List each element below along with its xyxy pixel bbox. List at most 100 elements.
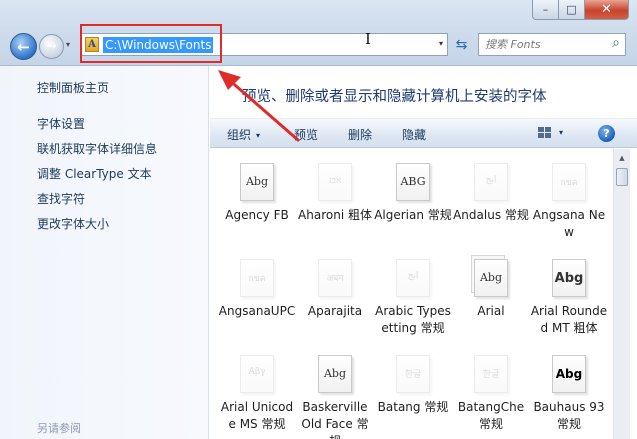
font-item[interactable]: ابج Arabic Typesetting 常规 <box>374 255 452 343</box>
sidebar-item-adjust-cleartype[interactable]: 调整 ClearType 文本 <box>37 166 157 191</box>
font-sample-text: กขค <box>248 274 266 284</box>
font-item[interactable]: 한글 BatangChe 常规 <box>452 351 530 439</box>
font-file-icon: अबग <box>315 255 355 299</box>
font-sample-text: กขค <box>560 178 578 188</box>
font-file-icon: Abg <box>471 255 511 299</box>
close-button[interactable]: ✕ <box>585 0 629 20</box>
back-button[interactable]: ← <box>10 33 37 60</box>
recent-pages-dropdown[interactable]: ▾ <box>66 40 70 49</box>
minimize-button[interactable]: – <box>532 0 559 20</box>
search-input[interactable] <box>485 36 603 53</box>
font-sample-text: ابج <box>485 175 497 185</box>
font-sample-text: Abg <box>554 271 584 286</box>
arrow-left-icon: ← <box>17 37 30 56</box>
font-item[interactable]: Αβγ Arial Unicode MS 常规 <box>218 351 296 439</box>
search-icon[interactable]: ⌕ <box>612 35 620 51</box>
sidebar-item-find-character[interactable]: 查找字符 <box>37 191 157 216</box>
sidebar-item-change-font-size[interactable]: 更改字体大小 <box>37 216 157 241</box>
font-grid: Abg Agency FB אבג Aharoni 粗体 ABG Algerian 常规 ا… <box>218 159 608 439</box>
font-name-label: Angsana New <box>532 208 606 239</box>
organize-label: 组织 <box>227 128 252 142</box>
font-name-label: Arial Unicode MS 常规 <box>220 400 294 431</box>
command-toolbar: 组织 ▾ 预览 删除 隐藏 ▾ ? <box>210 118 637 148</box>
font-name-label: Arabic Typesetting 常规 <box>375 304 451 335</box>
arrow-right-icon: → <box>46 39 57 54</box>
control-panel-home-link[interactable]: 控制面板主页 <box>37 79 109 96</box>
font-name-label: Algerian 常规 <box>374 208 452 222</box>
view-options-dropdown[interactable]: ▾ <box>559 128 563 137</box>
font-sample-text: ABG <box>400 175 426 188</box>
font-file-icon: Abg <box>315 351 355 395</box>
font-item[interactable]: Abg Bauhaus 93 常规 <box>530 351 608 439</box>
font-item[interactable]: ابج Andalus 常规 <box>452 159 530 247</box>
content-header: 预览、删除或者显示和隐藏计算机上安装的字体 <box>210 66 637 118</box>
hide-button[interactable]: 隐藏 <box>402 126 426 143</box>
font-name-label: AngsanaUPC <box>218 304 296 318</box>
font-sample-text: 한글 <box>404 370 422 380</box>
font-item[interactable]: अबग Aparajita <box>296 255 374 343</box>
font-sample-text: Αβγ <box>248 367 266 377</box>
refresh-icon: ⇆ <box>455 36 468 53</box>
address-path[interactable]: C:\Windows\Fonts <box>103 37 214 53</box>
font-file-icon: אבג <box>315 159 355 203</box>
font-name-label: Aparajita <box>307 304 363 318</box>
task-list: 字体设置 联机获取字体详细信息 调整 ClearType 文本 查找字符 更改字… <box>37 116 157 241</box>
font-file-icon: ابج <box>471 159 511 203</box>
font-name-label: Arial <box>477 304 505 318</box>
search-box[interactable]: ⌕ <box>478 33 626 56</box>
font-name-label: Baskerville Old Face 常规 <box>301 400 369 439</box>
font-file-icon: Abg <box>549 351 589 395</box>
sidebar-item-font-settings[interactable]: 字体设置 <box>37 116 157 141</box>
font-name-label: Aharoni 粗体 <box>298 208 372 222</box>
font-folder-icon: A <box>85 37 99 52</box>
font-item[interactable]: กขค AngsanaUPC <box>218 255 296 343</box>
font-item[interactable]: אבג Aharoni 粗体 <box>296 159 374 247</box>
view-options-icon[interactable] <box>538 127 551 139</box>
font-file-icon: 한글 <box>471 351 511 395</box>
font-name-label: Agency FB <box>225 208 289 222</box>
vertical-scrollbar[interactable]: ▲ <box>613 149 630 439</box>
page-title: 预览、删除或者显示和隐藏计算机上安装的字体 <box>242 89 547 105</box>
font-item[interactable]: Abg Agency FB <box>218 159 296 247</box>
text-cursor-icon: I <box>365 30 371 48</box>
address-bar[interactable]: A C:\Windows\Fonts ▾ <box>80 33 448 56</box>
navigation-pane: 控制面板主页 字体设置 联机获取字体详细信息 调整 ClearType 文本 查… <box>0 66 209 439</box>
font-name-label: Bauhaus 93 常规 <box>533 400 605 431</box>
font-sample-text: ابج <box>407 271 419 281</box>
preview-button[interactable]: 预览 <box>294 126 318 143</box>
font-item[interactable]: Abg Baskerville Old Face 常规 <box>296 351 374 439</box>
font-name-label: Batang 常规 <box>377 400 449 414</box>
refresh-button[interactable]: ⇆ <box>450 33 473 56</box>
font-file-icon: ابج <box>393 255 433 299</box>
font-file-icon: กขค <box>549 159 589 203</box>
font-file-icon: Αβγ <box>237 351 277 395</box>
font-item[interactable]: Abg Arial Rounded MT 粗体 <box>530 255 608 343</box>
window-controls: – □ ✕ <box>532 0 629 20</box>
scroll-thumb[interactable] <box>616 168 628 186</box>
font-name-label: BatangChe 常规 <box>457 400 525 431</box>
font-sample-text: Abg <box>479 271 503 284</box>
maximize-button[interactable]: □ <box>559 0 585 20</box>
font-name-label: Andalus 常规 <box>453 208 529 222</box>
font-sample-text: Abg <box>245 175 269 188</box>
organize-menu-button[interactable]: 组织 ▾ <box>227 126 260 143</box>
chevron-down-icon: ▾ <box>256 131 261 140</box>
see-also-heading: 另请参阅 <box>37 422 81 435</box>
forward-button[interactable]: → <box>39 34 64 59</box>
font-file-icon: กขค <box>237 255 277 299</box>
address-dropdown-button[interactable]: ▾ <box>439 39 443 48</box>
scroll-up-button[interactable]: ▲ <box>614 149 630 166</box>
font-item[interactable]: Abg Arial <box>452 255 530 343</box>
delete-button[interactable]: 删除 <box>348 126 372 143</box>
font-item[interactable]: ABG Algerian 常规 <box>374 159 452 247</box>
font-sample-text: अबग <box>326 274 344 284</box>
sidebar-item-get-font-info-online[interactable]: 联机获取字体详细信息 <box>37 141 157 166</box>
font-list-view: Abg Agency FB אבג Aharoni 粗体 ABG Algerian 常规 ا… <box>210 149 613 439</box>
font-sample-text: אבג <box>328 176 342 186</box>
help-icon[interactable]: ? <box>598 125 615 142</box>
font-file-icon: 한글 <box>393 351 433 395</box>
font-item[interactable]: 한글 Batang 常规 <box>374 351 452 439</box>
font-sample-text: 한글 <box>482 370 500 380</box>
font-name-label: Arial Rounded MT 粗体 <box>530 304 608 335</box>
font-item[interactable]: กขค Angsana New <box>530 159 608 247</box>
